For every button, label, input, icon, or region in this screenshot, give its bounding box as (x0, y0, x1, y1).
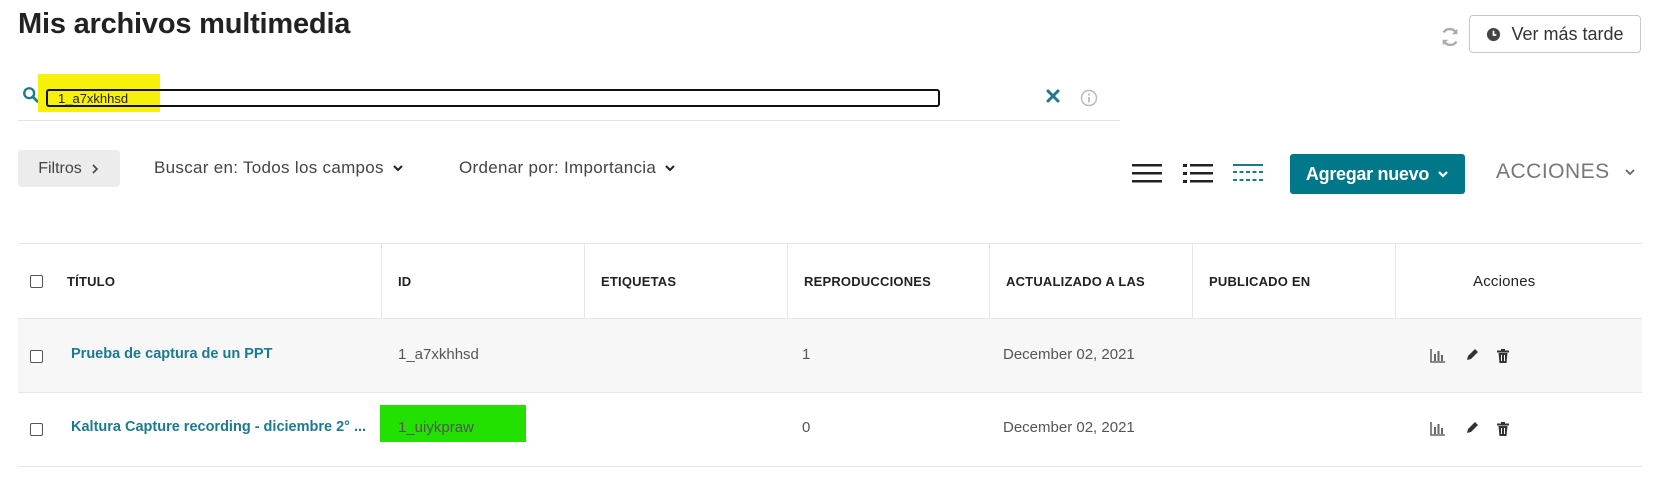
table-header: TÍTULO ID ETIQUETAS REPRODUCCIONES ACTUA… (18, 243, 1642, 320)
add-new-label: Agregar nuevo (1305, 163, 1430, 184)
chevron-right-icon (92, 163, 98, 174)
clock-icon (1487, 27, 1501, 41)
chevron-down-icon (1438, 171, 1448, 178)
table-row: Kaltura Capture recording - diciembre 2°… (18, 393, 1642, 467)
sort-dropdown[interactable]: Ordenar por: Importancia (459, 158, 676, 178)
col-updated[interactable]: ACTUALIZADO A LAS (1006, 274, 1145, 289)
view-table-icon[interactable] (1233, 162, 1263, 184)
watch-later-label: Ver más tarde (1511, 23, 1624, 44)
col-plays[interactable]: REPRODUCCIONES (804, 274, 931, 289)
chevron-down-icon (1625, 169, 1635, 176)
analytics-icon[interactable] (1430, 347, 1446, 363)
col-tags[interactable]: ETIQUETAS (601, 274, 676, 289)
view-detailed-icon[interactable] (1183, 162, 1213, 184)
select-all-checkbox[interactable] (30, 275, 43, 288)
filters-button[interactable]: Filtros (18, 150, 120, 187)
edit-icon[interactable] (1464, 347, 1480, 363)
row-plays: 1 (802, 346, 811, 363)
col-title[interactable]: TÍTULO (67, 274, 115, 289)
col-actions: Acciones (1473, 273, 1536, 290)
refresh-icon[interactable] (1439, 26, 1461, 48)
watch-later-button[interactable]: Ver más tarde (1469, 15, 1641, 53)
col-id[interactable]: ID (398, 274, 411, 289)
search-input[interactable] (46, 89, 940, 107)
search-underline (18, 120, 1120, 121)
table-row: Prueba de captura de un PPT 1_a7xkhhsd 1… (18, 319, 1642, 393)
search-in-label: Buscar en: Todos los campos (154, 158, 384, 177)
info-icon[interactable] (1080, 89, 1098, 107)
row-checkbox[interactable] (30, 350, 43, 363)
row-id: 1_uiykpraw (398, 419, 474, 436)
chevron-down-icon (393, 165, 403, 172)
view-list-icon[interactable] (1132, 162, 1162, 184)
filters-label: Filtros (38, 159, 82, 177)
row-title-link[interactable]: Prueba de captura de un PPT (71, 346, 272, 362)
add-new-button[interactable]: Agregar nuevo (1290, 154, 1465, 194)
actions-dropdown[interactable]: ACCIONES (1496, 160, 1636, 184)
chevron-down-icon (665, 165, 675, 172)
search-in-dropdown[interactable]: Buscar en: Todos los campos (154, 158, 404, 178)
edit-icon[interactable] (1464, 420, 1480, 436)
actions-label: ACCIONES (1496, 160, 1610, 183)
row-id: 1_a7xkhhsd (398, 346, 479, 363)
sort-label: Ordenar por: Importancia (459, 158, 657, 177)
delete-icon[interactable] (1495, 421, 1511, 437)
clear-icon[interactable] (1045, 88, 1061, 104)
delete-icon[interactable] (1495, 348, 1511, 364)
row-plays: 0 (802, 419, 811, 436)
row-updated: December 02, 2021 (1003, 346, 1135, 363)
row-checkbox[interactable] (30, 423, 43, 436)
row-updated: December 02, 2021 (1003, 419, 1135, 436)
page-title: Mis archivos multimedia (18, 8, 351, 40)
row-title-link[interactable]: Kaltura Capture recording - diciembre 2°… (71, 419, 366, 435)
col-published[interactable]: PUBLICADO EN (1209, 274, 1310, 289)
analytics-icon[interactable] (1430, 420, 1446, 436)
